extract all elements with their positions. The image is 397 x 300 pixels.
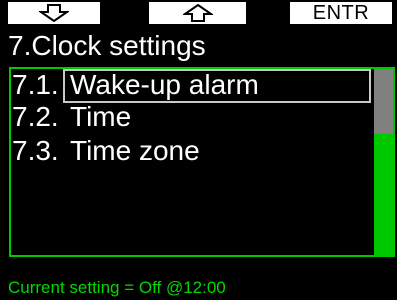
menu-item-number: 7.3.: [12, 135, 59, 166]
menu-item-number: 7.2.: [12, 101, 59, 132]
menu-item-time[interactable]: 7.2. Time: [12, 99, 136, 135]
menu-item-label: Time: [70, 101, 132, 132]
menu-item-number: 7.1.: [12, 69, 59, 100]
scrollbar[interactable]: [374, 69, 393, 255]
enter-softkey[interactable]: ENTR: [290, 2, 392, 24]
down-softkey[interactable]: [8, 2, 100, 24]
current-setting-status: Current setting = Off @12:00: [8, 278, 226, 297]
menu-item-wake-up-alarm[interactable]: 7.1. Wake-up alarm: [12, 67, 264, 103]
menu-item-time-zone[interactable]: 7.3. Time zone: [12, 133, 205, 169]
dive-computer-screen: ENTR 7.Clock settings 7.1. Wake-up alarm…: [0, 0, 397, 300]
softkey-bar: ENTR: [0, 0, 397, 28]
up-softkey[interactable]: [149, 2, 246, 24]
menu-item-label: Wake-up alarm: [70, 69, 259, 100]
scroll-thumb[interactable]: [374, 69, 393, 134]
menu-item-label: Time zone: [70, 135, 200, 166]
up-arrow-icon: [182, 4, 213, 22]
down-arrow-icon: [39, 4, 69, 22]
enter-softkey-label: ENTR: [312, 1, 370, 24]
page-title: 7.Clock settings: [8, 30, 206, 61]
